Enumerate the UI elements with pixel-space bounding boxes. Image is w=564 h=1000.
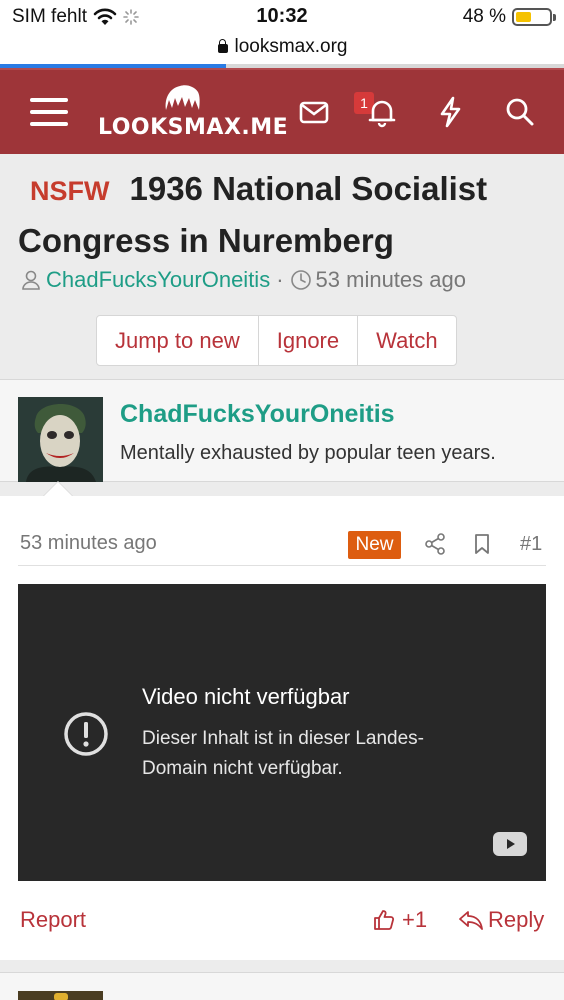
logo-text: LOOKSMAX.ME — [98, 115, 289, 140]
url-display[interactable]: looksmax.org — [0, 36, 564, 58]
clock-icon — [290, 270, 311, 290]
new-badge: New — [348, 531, 401, 559]
url-bar[interactable]: looksmax.org — [0, 34, 564, 64]
status-bar: SIM fehlt 10:32 48 % — [0, 0, 564, 34]
post: 53 minutes ago New #1 Video nicht verfüg… — [0, 496, 564, 960]
report-link[interactable]: Report — [20, 907, 86, 933]
thread-prefix[interactable]: NSFW — [30, 176, 109, 206]
watch-button[interactable]: Watch — [358, 316, 456, 365]
lock-icon — [217, 39, 229, 53]
thread-title: NSFW 1936 National Socialist Congress in … — [18, 164, 548, 265]
user-name[interactable]: ChadFucksYourOneitis — [120, 400, 395, 429]
ignore-button[interactable]: Ignore — [259, 316, 359, 365]
avatar[interactable] — [18, 397, 103, 482]
user-icon — [22, 270, 40, 290]
hair-logo-icon — [165, 85, 200, 110]
youtube-icon[interactable] — [493, 832, 527, 856]
avatar-image — [18, 397, 103, 482]
thread-time[interactable]: 53 minutes ago — [316, 267, 466, 293]
thread-actions: Jump to new Ignore Watch — [96, 315, 457, 366]
next-post-preview — [0, 972, 564, 1000]
thread-author-link[interactable]: ChadFucksYourOneitis — [46, 267, 270, 293]
search-icon[interactable] — [502, 94, 538, 130]
meta-separator: · — [276, 267, 284, 292]
avatar[interactable] — [18, 991, 103, 1000]
mail-icon[interactable] — [296, 94, 332, 130]
battery-area: 48 % — [462, 6, 556, 28]
exclamation-icon — [64, 712, 108, 756]
thread-meta: ChadFucksYourOneitis · 53 minutes ago — [20, 267, 466, 293]
thumbs-up-icon — [374, 910, 395, 930]
reaction-count: +1 — [402, 907, 428, 932]
reply-button[interactable]: Reply — [458, 907, 544, 933]
site-header: LOOKSMAX.ME 1 — [0, 68, 564, 154]
jump-to-new-button[interactable]: Jump to new — [97, 316, 259, 365]
battery-icon — [512, 8, 556, 26]
user-title: Mentally exhausted by popular teen years… — [120, 442, 496, 464]
bolt-icon[interactable] — [432, 94, 468, 130]
menu-icon[interactable] — [30, 98, 68, 128]
url-text: looksmax.org — [234, 36, 348, 57]
card-pointer-inner — [43, 482, 73, 497]
reply-icon — [459, 911, 483, 930]
reply-label: Reply — [488, 907, 545, 932]
post-time[interactable]: 53 minutes ago — [20, 532, 157, 555]
bell-icon[interactable] — [364, 94, 400, 130]
bookmark-icon[interactable] — [470, 532, 494, 556]
battery-level — [516, 12, 532, 22]
thread-header: NSFW 1936 National Socialist Congress in … — [0, 154, 564, 380]
video-error-title: Video nicht verfügbar — [142, 684, 350, 709]
site-logo[interactable]: LOOKSMAX.ME — [98, 82, 288, 144]
video-error-message: Dieser Inhalt ist in dieser Landes-Domai… — [142, 728, 424, 779]
share-icon[interactable] — [423, 532, 447, 556]
post-number[interactable]: #1 — [520, 533, 542, 556]
post-divider — [18, 565, 546, 566]
video-embed[interactable]: Video nicht verfügbar Dieser Inhalt ist … — [18, 584, 546, 881]
post-user-card: ChadFucksYourOneitis Mentally exhausted … — [0, 379, 564, 482]
like-button[interactable]: +1 — [372, 907, 427, 933]
battery-percent: 48 % — [462, 6, 506, 27]
